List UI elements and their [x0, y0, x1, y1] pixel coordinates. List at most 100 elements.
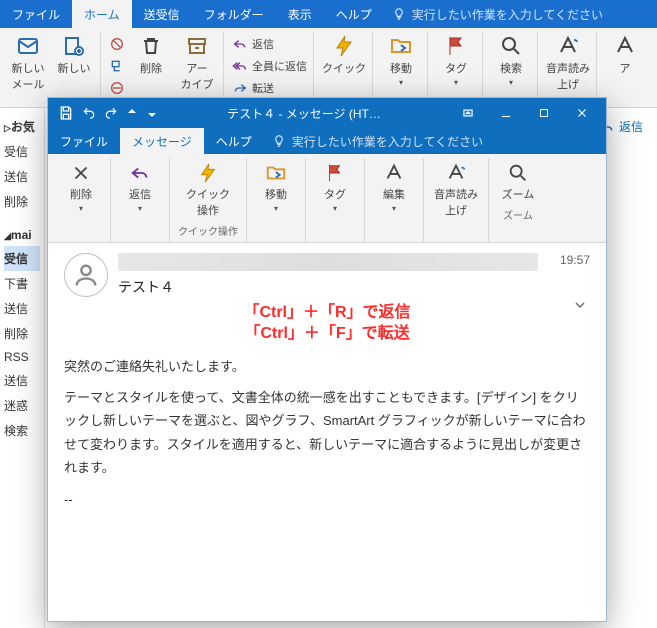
msg-time: 19:57	[560, 253, 590, 267]
msg-sender-redacted	[118, 253, 538, 271]
next-item-icon[interactable]	[146, 107, 158, 119]
lightning-icon	[332, 34, 356, 58]
delete-icon	[70, 162, 92, 184]
ribbon-collapse-button[interactable]	[450, 101, 486, 125]
move-icon	[265, 162, 287, 184]
tab-folder[interactable]: フォルダー	[192, 0, 276, 28]
flag-icon	[444, 34, 468, 58]
nav-sent-2[interactable]: 送信	[4, 296, 40, 321]
zoom-icon	[507, 162, 529, 184]
text-a-icon	[556, 34, 580, 58]
addin-icon	[613, 34, 637, 58]
tab-home[interactable]: ホーム	[72, 0, 132, 28]
cleanup-icon	[109, 58, 125, 74]
nav-sent[interactable]: 送信	[4, 164, 40, 189]
msg-reply-button[interactable]: 返信▾	[119, 160, 161, 215]
new-item-button[interactable]: 新しい	[54, 34, 94, 76]
tab-view[interactable]: 表示	[276, 0, 324, 28]
msg-quick-steps-button[interactable]: クイック 操作	[184, 160, 232, 220]
main-ribbon: 新しい メール 新しい 削除 アー カイブ 返信 全員に返信 転送	[0, 28, 657, 108]
tell-me-placeholder: 実行したい作業を入力してください	[412, 6, 603, 23]
msg-zoom-button[interactable]: ズーム	[497, 160, 539, 204]
nav-inbox[interactable]: 受信	[4, 139, 40, 164]
maximize-button[interactable]	[526, 101, 562, 125]
msg-subject: テスト４	[118, 271, 550, 299]
delete-button[interactable]: 削除	[131, 34, 171, 76]
move-icon	[389, 34, 413, 58]
quick-steps-button[interactable]: クイック	[322, 34, 366, 76]
message-title-text: テスト４ - メッセージ (HT…	[168, 105, 440, 122]
msg-tab-file[interactable]: ファイル	[48, 128, 120, 154]
nav-junk[interactable]: 迷惑	[4, 393, 40, 418]
search-people-button[interactable]: 検索▾	[491, 34, 531, 87]
tab-help[interactable]: ヘルプ	[324, 0, 384, 28]
expand-header-button[interactable]	[572, 297, 588, 316]
undo-icon[interactable]	[82, 106, 96, 120]
chevron-down-icon	[572, 297, 588, 313]
edit-icon	[383, 162, 405, 184]
cleanup-button[interactable]	[109, 56, 125, 76]
delete-icon	[139, 34, 163, 58]
annotation-overlay: 「Ctrl」＋「R」で返信 「Ctrl」＋「F」で転送	[64, 303, 590, 345]
ignore-icon	[109, 36, 125, 52]
nav-search[interactable]: 検索	[4, 418, 40, 443]
junk-button[interactable]	[109, 78, 125, 98]
nav-favorites[interactable]: ▷お気	[4, 114, 40, 139]
msg-tab-help[interactable]: ヘルプ	[204, 128, 264, 154]
message-body: テスト４ 19:57 「Ctrl」＋「R」で返信 「Ctrl」＋「F」で転送 突…	[48, 243, 606, 621]
main-ribbon-tabs: ファイル ホーム 送受信 フォルダー 表示 ヘルプ 実行したい作業を入力してくだ…	[0, 0, 657, 28]
tell-me-search[interactable]: 実行したい作業を入力してください	[384, 0, 611, 28]
nav-drafts[interactable]: 下書	[4, 271, 40, 296]
message-window: テスト４ - メッセージ (HT… ファイル メッセージ ヘルプ 実行したい作業…	[47, 97, 607, 622]
msg-tab-message[interactable]: メッセージ	[120, 128, 204, 154]
msg-tag-button[interactable]: タグ▾	[314, 160, 356, 215]
nav-account[interactable]: ◢mai	[4, 224, 40, 246]
new-item-icon	[62, 34, 86, 58]
zoom-caption: ズーム	[503, 204, 533, 224]
archive-button[interactable]: アー カイブ	[177, 34, 217, 92]
tab-file[interactable]: ファイル	[0, 0, 72, 28]
tab-sendrecv[interactable]: 送受信	[132, 0, 192, 28]
reply-link[interactable]: 返信	[619, 118, 643, 135]
nav-outbox[interactable]: 送信	[4, 368, 40, 393]
move-button[interactable]: 移動▾	[381, 34, 421, 87]
forward-icon	[232, 80, 248, 96]
msg-sender-avatar	[64, 253, 108, 297]
archive-icon	[185, 34, 209, 58]
new-mail-button[interactable]: 新しい メール	[8, 34, 48, 92]
close-button[interactable]	[564, 101, 600, 125]
msg-tell-me[interactable]: 実行したい作業を入力してください	[264, 128, 491, 154]
msg-move-button[interactable]: 移動▾	[255, 160, 297, 215]
read-aloud-button[interactable]: 音声読み 上げ	[546, 34, 590, 92]
lightbulb-icon	[272, 134, 286, 148]
msg-read-aloud-button[interactable]: 音声読み 上げ	[432, 160, 480, 220]
addin-button[interactable]: ア	[605, 34, 645, 76]
nav-inbox-2[interactable]: 受信	[4, 246, 40, 271]
reply-all-button[interactable]: 全員に返信	[232, 56, 307, 76]
tag-button[interactable]: タグ▾	[436, 34, 476, 87]
ignore-button[interactable]	[109, 34, 125, 54]
message-ribbon-tabs: ファイル メッセージ ヘルプ 実行したい作業を入力してください	[48, 128, 606, 154]
prev-item-icon[interactable]	[126, 107, 138, 119]
junk-icon	[109, 80, 125, 96]
nav-rss[interactable]: RSS	[4, 346, 40, 368]
redo-icon[interactable]	[104, 106, 118, 120]
message-ribbon: 削除▾ 返信▾ クイック 操作	[48, 154, 606, 243]
nav-deleted-2[interactable]: 削除	[4, 321, 40, 346]
lightbulb-icon	[392, 7, 406, 21]
forward-button[interactable]: 転送	[232, 78, 307, 98]
save-icon[interactable]	[58, 105, 74, 121]
msg-delete-button[interactable]: 削除▾	[60, 160, 102, 215]
nav-deleted[interactable]: 削除	[4, 189, 40, 214]
flag-icon	[324, 162, 346, 184]
person-icon	[72, 261, 100, 289]
mail-icon	[16, 34, 40, 58]
reply-all-icon	[232, 58, 248, 74]
folder-nav: ▷お気 受信 送信 削除 ◢mai 受信 下書 送信 削除 RSS 送信 迷惑 …	[0, 108, 45, 628]
msg-edit-button[interactable]: 編集▾	[373, 160, 415, 215]
reply-icon	[129, 162, 151, 184]
minimize-button[interactable]	[488, 101, 524, 125]
message-titlebar[interactable]: テスト４ - メッセージ (HT…	[48, 98, 606, 128]
speaker-icon	[445, 162, 467, 184]
reply-button[interactable]: 返信	[232, 34, 307, 54]
